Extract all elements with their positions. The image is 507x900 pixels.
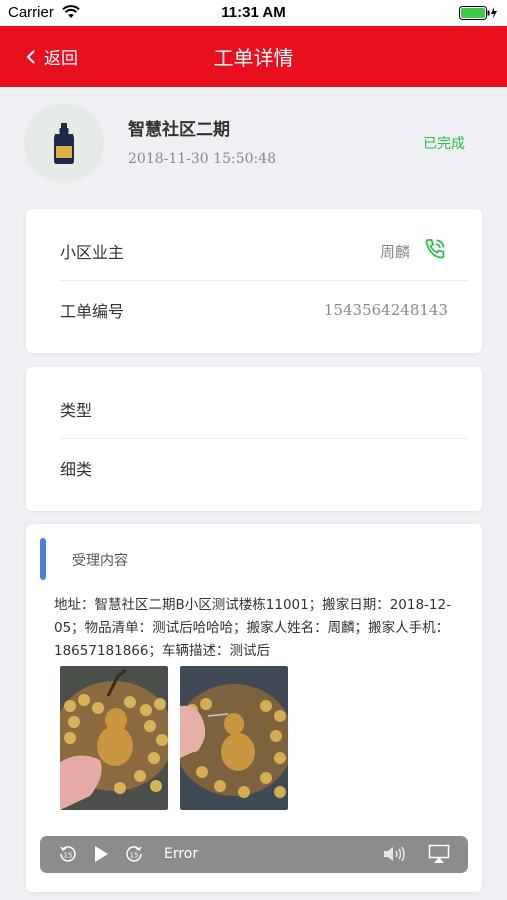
- volume-icon[interactable]: [382, 844, 410, 868]
- forward-15-icon[interactable]: 15: [124, 844, 144, 868]
- play-icon[interactable]: [92, 844, 110, 868]
- owner-value-group: 周麟: [380, 236, 448, 266]
- player-error-text: Error: [164, 846, 199, 862]
- photo-thumbnail[interactable]: [180, 666, 288, 810]
- owner-row: 小区业主 周麟: [60, 222, 448, 280]
- bottle-icon: [54, 123, 74, 164]
- status-bar: Carrier 11:31 AM: [0, 0, 507, 26]
- order-number-row: 工单编号 1543564248143: [60, 281, 448, 339]
- section-accent: [40, 538, 46, 580]
- phone-icon[interactable]: [422, 236, 448, 266]
- svg-text:15: 15: [64, 852, 73, 860]
- type-row: 类型: [60, 380, 448, 438]
- avatar: [24, 103, 104, 183]
- page-title: 工单详情: [213, 46, 294, 70]
- subtype-row: 细类: [60, 439, 448, 497]
- info-card: 小区业主 周麟 工单编号 1543564248143: [26, 209, 482, 353]
- order-header: 智慧社区二期 2018-11-30 15:50:48 已完成: [0, 87, 507, 185]
- order-name: 智慧社区二期: [128, 120, 230, 140]
- order-number-label: 工单编号: [60, 302, 125, 321]
- order-time: 2018-11-30 15:50:48: [128, 151, 277, 167]
- airplay-icon[interactable]: [428, 844, 450, 868]
- audio-player: 15 15 Error: [40, 836, 468, 873]
- order-number-value: 1543564248143: [323, 301, 448, 319]
- subtype-label: 细类: [60, 460, 93, 479]
- status-badge: 已完成: [423, 136, 465, 152]
- svg-text:15: 15: [130, 852, 139, 860]
- type-label: 类型: [60, 401, 93, 420]
- photo-thumbnail[interactable]: [60, 666, 168, 810]
- status-time: 11:31 AM: [221, 4, 286, 21]
- content-text: 地址：智慧社区二期B小区测试楼栋11001；搬家日期：2018-12-05；物品…: [54, 597, 451, 659]
- owner-label: 小区业主: [60, 243, 125, 262]
- type-card: 类型 细类: [26, 367, 482, 511]
- rewind-15-icon[interactable]: 15: [58, 844, 78, 868]
- battery-icon: [459, 6, 499, 24]
- nav-bar: 返回 工单详情: [0, 26, 507, 87]
- owner-name: 周麟: [379, 242, 410, 261]
- section-title: 受理内容: [72, 553, 128, 569]
- content-card: 受理内容 地址：智慧社区二期B小区测试楼栋11001；搬家日期：2018-12-…: [26, 524, 482, 892]
